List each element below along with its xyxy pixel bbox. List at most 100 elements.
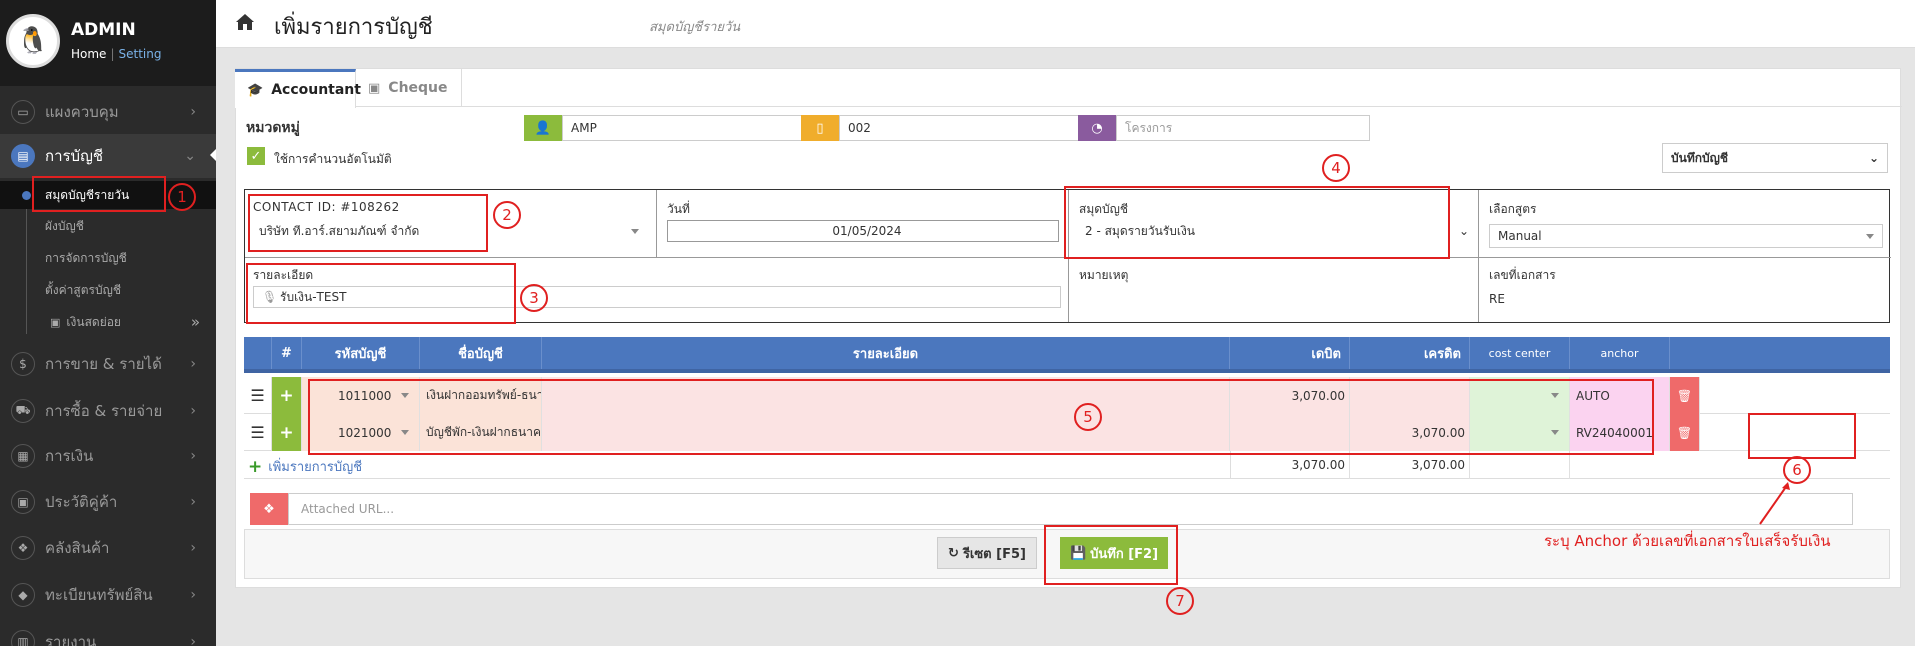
- docno-value: RE: [1489, 292, 1505, 306]
- col-account-code: รหัสบัญชี: [302, 337, 420, 369]
- tab-label: Cheque: [388, 80, 448, 96]
- home-icon[interactable]: [235, 13, 255, 31]
- debit-input[interactable]: 3,070.00: [1230, 377, 1350, 414]
- drag-handle-icon[interactable]: ☰: [244, 377, 272, 414]
- col-handle: [244, 337, 272, 369]
- trash-icon[interactable]: 🗑: [1670, 377, 1700, 414]
- chevron-right-icon: ›: [190, 494, 196, 510]
- dropbox-icon[interactable]: ❖: [250, 493, 288, 525]
- sidebar-item-label: รายงาน: [45, 633, 97, 646]
- sidebar: 🐧 ADMIN Home | Setting ▭ แผงควบคุม › ▤ การ…: [0, 0, 216, 646]
- sidebar-item-dashboard[interactable]: ▭ แผงควบคุม ›: [0, 92, 216, 132]
- annotation-number-1: 1: [168, 183, 196, 211]
- entry-detail-input[interactable]: [542, 414, 1230, 451]
- account-code: 1011000: [338, 388, 392, 403]
- add-entry-link[interactable]: + เพิ่มรายการบัญชี: [248, 456, 362, 477]
- tab-accountant[interactable]: 🎓 Accountant: [235, 69, 361, 108]
- contact-label: CONTACT ID: #108262: [253, 200, 400, 214]
- sidebar-item-assets[interactable]: ◆ ทะเบียนทรัพย์สิน ›: [0, 573, 216, 617]
- sidebar-brand: 🐧 ADMIN Home | Setting: [0, 0, 216, 86]
- sidebar-item-label: การบัญชี: [45, 147, 104, 165]
- annotation-number-4: 4: [1322, 154, 1350, 182]
- drag-handle-icon[interactable]: ☰: [244, 414, 272, 451]
- account-code: 1021000: [338, 425, 392, 440]
- col-detail: รายละเอียด: [542, 337, 1230, 369]
- sidebar-item-sales[interactable]: $ การขาย & รายได้ ›: [0, 342, 216, 386]
- branch-input[interactable]: AMP: [562, 115, 816, 141]
- id-card-icon: ▣: [50, 315, 61, 329]
- formula-select[interactable]: Manual: [1489, 224, 1883, 248]
- sidebar-item-finance[interactable]: ▦ การเงิน ›: [0, 434, 216, 478]
- trash-icon[interactable]: 🗑: [1670, 414, 1700, 451]
- account-name: บัญชีพัก-เงินฝากธนาคาร: [420, 414, 542, 451]
- sidebar-item-partners[interactable]: ▣ ประวัติคู่ค้า ›: [0, 480, 216, 524]
- journal-value: 2 - สมุดรายวันรับเงิน: [1085, 223, 1196, 238]
- annotation-number-3: 3: [520, 284, 548, 312]
- table-row: ☰ + 1011000 เงินฝากออมทรัพย์-ธนาคาร 3,07…: [244, 377, 1890, 414]
- sidebar-subitem-formula-settings[interactable]: ตั้งค่าสูตรบัญชี: [0, 277, 216, 303]
- annotation-arrow: [1759, 482, 1790, 525]
- auto-calc-checkbox[interactable]: ✓: [247, 147, 265, 165]
- diamond-icon: ◆: [11, 583, 35, 607]
- sidebar-subitem-label: การจัดการบัญชี: [45, 250, 127, 265]
- sidebar-subitem-label: สมุดบัญชีรายวัน: [45, 187, 130, 202]
- sidebar-item-accounting[interactable]: ▤ การบัญชี ⌄: [0, 134, 216, 178]
- cart-icon: ⛟: [11, 399, 35, 423]
- document-icon: ▯: [801, 115, 839, 141]
- tab-bar: 🎓 Accountant ▣ Cheque: [235, 69, 1902, 108]
- money-icon: ▣: [368, 80, 381, 96]
- cost-center-select[interactable]: [1470, 377, 1570, 414]
- account-code-select[interactable]: 1011000: [302, 377, 420, 414]
- sidebar-subitem-petty-cash[interactable]: ▣ เงินสดย่อย »: [0, 309, 216, 335]
- header-underline: [244, 369, 1890, 373]
- totals-row: + เพิ่มรายการบัญชี 3,070.00 3,070.00: [244, 451, 1890, 479]
- cost-center-select[interactable]: [1470, 414, 1570, 451]
- reset-button[interactable]: ↻ รีเซต [F5]: [937, 537, 1037, 569]
- chevron-right-icon: ›: [190, 356, 196, 372]
- annotation-number-2: 2: [493, 201, 521, 229]
- sidebar-item-purchases[interactable]: ⛟ การซื้อ & รายจ่าย ›: [0, 389, 216, 433]
- sidebar-item-reports[interactable]: ▥ รายงาน ›: [0, 620, 216, 646]
- save-button[interactable]: 💾 บันทึก [F2]: [1060, 537, 1168, 569]
- attached-url-input[interactable]: Attached URL...: [288, 493, 1853, 525]
- credit-input[interactable]: [1350, 377, 1470, 414]
- dollar-icon: $: [11, 352, 35, 376]
- formula-label: เลือกสูตร: [1489, 202, 1537, 216]
- avatar[interactable]: 🐧: [6, 14, 60, 68]
- date-input[interactable]: 01/05/2024: [667, 220, 1059, 242]
- home-link[interactable]: Home: [71, 47, 106, 61]
- tab-cheque[interactable]: ▣ Cheque: [356, 69, 462, 107]
- caret-down-icon: [1866, 234, 1874, 239]
- credit-input[interactable]: 3,070.00: [1350, 414, 1470, 451]
- microphone-icon[interactable]: 🎙: [262, 290, 277, 304]
- sidebar-item-inventory[interactable]: ❖ คลังสินค้า ›: [0, 526, 216, 570]
- save-mode-select[interactable]: บันทึกบัญชี ⌄: [1662, 143, 1888, 173]
- add-row-button[interactable]: +: [272, 377, 302, 414]
- sidebar-subitem-chart-of-accounts[interactable]: ผังบัญชี: [0, 213, 216, 239]
- chevron-right-icon: ›: [190, 634, 196, 646]
- debit-input[interactable]: [1230, 414, 1350, 451]
- sidebar-item-label: แผงควบคุม: [45, 103, 119, 121]
- col-debit: เดบิต: [1230, 337, 1350, 369]
- journal-select[interactable]: 2 - สมุดรายวันรับเงิน ⌄: [1077, 220, 1473, 242]
- entry-detail-input[interactable]: [542, 377, 1230, 414]
- auto-calc-label: ใช้การคำนวนอัตโนมัติ: [274, 152, 392, 166]
- detail-label: รายละเอียด: [253, 268, 314, 282]
- anchor-input[interactable]: AUTO: [1570, 377, 1670, 414]
- doc-code-input[interactable]: 002: [839, 115, 1093, 141]
- col-anchor: anchor: [1570, 337, 1670, 369]
- contact-select[interactable]: บริษัท ที.อาร์.สยามภัณฑ์ จำกัด: [251, 220, 651, 242]
- col-cost-center: cost center: [1470, 337, 1570, 369]
- setting-link[interactable]: Setting: [118, 47, 161, 61]
- sidebar-subitem-label: ผังบัญชี: [45, 218, 84, 233]
- group-label: หมวดหมู่: [246, 120, 300, 136]
- detail-input[interactable]: 🎙 รับเงิน-TEST: [253, 286, 1061, 308]
- anchor-input[interactable]: RV24040001: [1570, 414, 1670, 451]
- account-code-select[interactable]: 1021000: [302, 414, 420, 451]
- double-chevron-icon: »: [190, 313, 200, 331]
- pie-chart-icon: ◔: [1078, 115, 1116, 141]
- add-row-button[interactable]: +: [272, 414, 302, 451]
- project-input[interactable]: โครงการ: [1116, 115, 1370, 141]
- caret-down-icon: [401, 430, 409, 435]
- sidebar-subitem-account-management[interactable]: การจัดการบัญชี: [0, 245, 216, 271]
